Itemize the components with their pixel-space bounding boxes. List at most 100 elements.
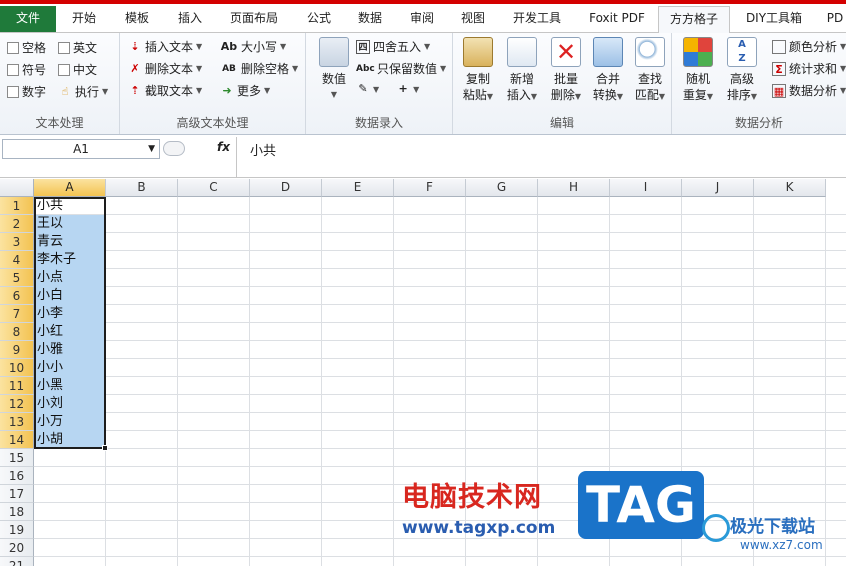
column-header-e[interactable]: E: [322, 179, 394, 197]
chevron-down-icon[interactable]: ▼: [148, 140, 155, 158]
cell-a11[interactable]: 小黑: [35, 377, 106, 395]
tab-11[interactable]: 方方格子: [658, 6, 730, 34]
tab-6[interactable]: 数据: [346, 6, 394, 33]
row-header-13[interactable]: 13: [0, 413, 34, 431]
tab-12[interactable]: DIY工具箱: [734, 6, 814, 33]
checkbox-english[interactable]: 英文: [58, 39, 97, 56]
column-header-g[interactable]: G: [466, 179, 538, 197]
cell-a14[interactable]: 小胡: [35, 431, 106, 449]
row-header-12[interactable]: 12: [0, 395, 34, 413]
row-header-19[interactable]: 19: [0, 521, 34, 539]
column-header-j[interactable]: J: [682, 179, 754, 197]
row-header-14[interactable]: 14: [0, 431, 34, 449]
tab-7[interactable]: 审阅: [398, 6, 446, 33]
row-header-18[interactable]: 18: [0, 503, 34, 521]
delete-text-button[interactable]: ✗ 删除文本 ▼: [128, 60, 202, 77]
gridline-horizontal: [34, 430, 846, 431]
row-header-15[interactable]: 15: [0, 449, 34, 467]
group-advanced-text: ⇣ 插入文本 ▼ ✗ 删除文本 ▼ ⇡ 截取文本 ▼ Ab 大小写 ▼ AB 删除空格 ▼ ➜ 更多 ▼…: [120, 33, 306, 134]
column-header-d[interactable]: D: [250, 179, 322, 197]
row-header-5[interactable]: 5: [0, 269, 34, 287]
new-insert-button[interactable]: 新增 插入▼: [501, 37, 543, 105]
column-header-c[interactable]: C: [178, 179, 250, 197]
checkbox-number[interactable]: 数字: [7, 83, 46, 100]
row-header-9[interactable]: 9: [0, 341, 34, 359]
row-header-8[interactable]: 8: [0, 323, 34, 341]
cell-a13[interactable]: 小万: [35, 413, 106, 431]
cell-a8[interactable]: 小红: [35, 323, 106, 341]
value-button[interactable]: 数值 ▼: [312, 37, 356, 103]
checkbox-chinese[interactable]: 中文: [58, 61, 97, 78]
cell-a12[interactable]: 小刘: [35, 395, 106, 413]
insert-text-button[interactable]: ⇣ 插入文本 ▼: [128, 38, 202, 55]
row-header-6[interactable]: 6: [0, 287, 34, 305]
tab-3[interactable]: 插入: [166, 6, 214, 33]
row-header-1[interactable]: 1: [0, 197, 34, 215]
formula-input[interactable]: 小共: [250, 140, 276, 159]
round-button[interactable]: 四四舍五入 ▼: [356, 38, 430, 55]
extract-text-button[interactable]: ⇡ 截取文本 ▼: [128, 82, 202, 99]
find-match-button[interactable]: 查找 匹配▼: [629, 37, 671, 105]
execute-button[interactable]: ☝ 执行 ▼: [58, 83, 109, 100]
column-header-b[interactable]: B: [106, 179, 178, 197]
tab-0[interactable]: 文件: [0, 6, 56, 32]
batch-delete-button[interactable]: ✕ 批量 删除▼: [545, 37, 587, 105]
delete-space-button[interactable]: AB 删除空格 ▼: [220, 60, 298, 77]
column-header-a[interactable]: A: [34, 179, 106, 197]
tab-2[interactable]: 模板: [113, 6, 161, 33]
row-header-4[interactable]: 4: [0, 251, 34, 269]
ribbon-tab-strip: 文件 开始 模板 插入 页面布局 公式 数据 审阅 视图 开发工具 Foxit PDF 方方格子 DIY…: [0, 0, 846, 34]
row-header-10[interactable]: 10: [0, 359, 34, 377]
more-button[interactable]: ➜ 更多 ▼: [220, 82, 270, 99]
row-header-20[interactable]: 20: [0, 539, 34, 557]
tab-10[interactable]: Foxit PDF: [579, 6, 655, 33]
column-header-f[interactable]: F: [394, 179, 466, 197]
checkbox-space[interactable]: 空格: [7, 39, 46, 56]
chevron-down-icon: ▼: [440, 64, 447, 73]
column-header-k[interactable]: K: [754, 179, 826, 197]
cell-a7[interactable]: 小李: [35, 305, 106, 323]
tab-5[interactable]: 公式: [295, 6, 343, 33]
row-header-21[interactable]: 21: [0, 557, 34, 566]
row-header-7[interactable]: 7: [0, 305, 34, 323]
data-analysis-button[interactable]: ▦ 数据分析 ▼: [772, 82, 846, 99]
formula-bar: A1 ▼ fx 小共: [0, 137, 846, 178]
color-analysis-button[interactable]: 颜色分析 ▼: [772, 38, 846, 55]
column-header-i[interactable]: I: [610, 179, 682, 197]
cell-a4[interactable]: 李木子: [35, 251, 106, 269]
checkbox-symbol[interactable]: 符号: [7, 61, 46, 78]
merge-convert-button[interactable]: 合并 转换▼: [587, 37, 629, 105]
tab-4[interactable]: 页面布局: [218, 6, 290, 33]
cell-a10[interactable]: 小小: [35, 359, 106, 377]
stat-sum-button[interactable]: Σ 统计求和 ▼: [772, 60, 846, 77]
row-header-17[interactable]: 17: [0, 485, 34, 503]
row-header-16[interactable]: 16: [0, 467, 34, 485]
entry-edit-button[interactable]: ✎ ▼ + ▼: [356, 82, 419, 96]
row-header-2[interactable]: 2: [0, 215, 34, 233]
random-repeat-button[interactable]: 随机 重复▼: [676, 37, 720, 105]
name-box[interactable]: A1 ▼: [2, 139, 160, 159]
tab-1[interactable]: 开始: [60, 6, 108, 33]
cell-a3[interactable]: 青云: [35, 233, 106, 251]
advanced-sort-button[interactable]: AZ 高级 排序▼: [720, 37, 764, 105]
row-header-3[interactable]: 3: [0, 233, 34, 251]
fill-handle[interactable]: [102, 445, 108, 451]
tab-8[interactable]: 视图: [449, 6, 497, 33]
cell-a1[interactable]: 小共: [35, 197, 106, 215]
insert-function-button[interactable]: fx: [217, 140, 230, 154]
cell-a2[interactable]: 王以: [35, 215, 106, 233]
select-all-corner[interactable]: [0, 179, 34, 197]
tab-9[interactable]: 开发工具: [501, 6, 573, 33]
row-header-11[interactable]: 11: [0, 377, 34, 395]
formula-bar-resize-handle[interactable]: [163, 141, 185, 156]
cell-a9[interactable]: 小雅: [35, 341, 106, 359]
case-button[interactable]: Ab 大小写 ▼: [220, 38, 286, 55]
column-header-h[interactable]: H: [538, 179, 610, 197]
delete-text-icon: ✗: [130, 61, 140, 75]
tab-13[interactable]: PD: [820, 6, 846, 33]
copy-paste-button[interactable]: 复制 粘贴▼: [457, 37, 499, 105]
keep-value-button[interactable]: Abc 只保留数值 ▼: [356, 60, 446, 77]
cell-a6[interactable]: 小白: [35, 287, 106, 305]
cell-a5[interactable]: 小点: [35, 269, 106, 287]
chevron-down-icon: ▼: [840, 86, 846, 95]
